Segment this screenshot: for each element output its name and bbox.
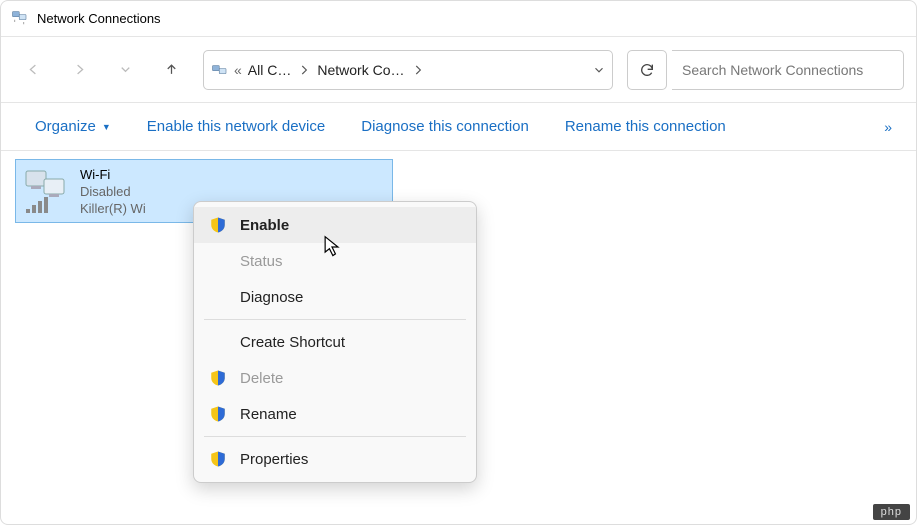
ctx-rename[interactable]: Rename xyxy=(194,396,476,432)
address-bar[interactable]: « All C… Network Co… xyxy=(203,50,613,90)
up-button[interactable] xyxy=(151,50,191,90)
ctx-properties[interactable]: Properties xyxy=(194,441,476,477)
adapter-device: Killer(R) Wi xyxy=(80,200,146,217)
ctx-diagnose-label: Diagnose xyxy=(240,289,303,306)
search-input[interactable] xyxy=(682,62,893,78)
breadcrumb-prefix: « xyxy=(234,62,242,78)
adapter-status: Disabled xyxy=(80,183,146,200)
separator xyxy=(204,436,466,437)
watermark: php xyxy=(873,504,910,520)
adapter-name: Wi-Fi xyxy=(80,166,146,183)
rename-button[interactable]: Rename this connection xyxy=(547,110,744,143)
ctx-rename-label: Rename xyxy=(240,406,297,423)
organize-label: Organize xyxy=(35,118,96,135)
breadcrumb-item-2[interactable]: Network Co… xyxy=(315,58,406,82)
context-menu: Enable Status Diagnose Create Shortcut D… xyxy=(193,201,477,483)
ctx-status: Status xyxy=(194,243,476,279)
shield-icon xyxy=(208,368,228,388)
search-box[interactable] xyxy=(672,50,904,90)
ctx-enable[interactable]: Enable xyxy=(194,207,476,243)
chevron-down-icon[interactable] xyxy=(592,63,606,77)
window-title: Network Connections xyxy=(37,11,161,26)
shield-icon xyxy=(208,215,228,235)
content-area: Wi-Fi Disabled Killer(R) Wi Enable Statu… xyxy=(1,151,916,524)
ctx-diagnose[interactable]: Diagnose xyxy=(194,279,476,315)
window-icon xyxy=(11,7,29,30)
ctx-create-shortcut-label: Create Shortcut xyxy=(240,334,345,351)
ctx-status-label: Status xyxy=(240,253,283,270)
chevron-right-icon[interactable] xyxy=(297,63,311,77)
breadcrumb-item-1[interactable]: All C… xyxy=(246,58,294,82)
forward-button[interactable] xyxy=(59,50,99,90)
enable-device-label: Enable this network device xyxy=(147,118,325,135)
ctx-delete: Delete xyxy=(194,360,476,396)
rename-label: Rename this connection xyxy=(565,118,726,135)
overflow-icon[interactable]: » xyxy=(876,111,900,143)
chevron-right-icon[interactable] xyxy=(411,63,425,77)
back-button[interactable] xyxy=(13,50,53,90)
organize-button[interactable]: Organize ▼ xyxy=(17,110,129,143)
command-bar: Organize ▼ Enable this network device Dia… xyxy=(1,103,916,151)
separator xyxy=(204,319,466,320)
title-bar: Network Connections xyxy=(1,1,916,37)
diagnose-button[interactable]: Diagnose this connection xyxy=(343,110,547,143)
ctx-delete-label: Delete xyxy=(240,370,283,387)
dropdown-caret-icon: ▼ xyxy=(102,122,111,132)
recent-button[interactable] xyxy=(105,50,145,90)
adapter-icon xyxy=(22,165,74,217)
refresh-button[interactable] xyxy=(627,50,667,90)
shield-icon xyxy=(208,449,228,469)
ctx-enable-label: Enable xyxy=(240,217,289,234)
enable-device-button[interactable]: Enable this network device xyxy=(129,110,343,143)
location-icon xyxy=(210,60,230,80)
ctx-properties-label: Properties xyxy=(240,451,308,468)
ctx-create-shortcut[interactable]: Create Shortcut xyxy=(194,324,476,360)
diagnose-label: Diagnose this connection xyxy=(361,118,529,135)
nav-row: « All C… Network Co… xyxy=(1,37,916,103)
adapter-text: Wi-Fi Disabled Killer(R) Wi xyxy=(80,166,146,217)
shield-icon xyxy=(208,404,228,424)
